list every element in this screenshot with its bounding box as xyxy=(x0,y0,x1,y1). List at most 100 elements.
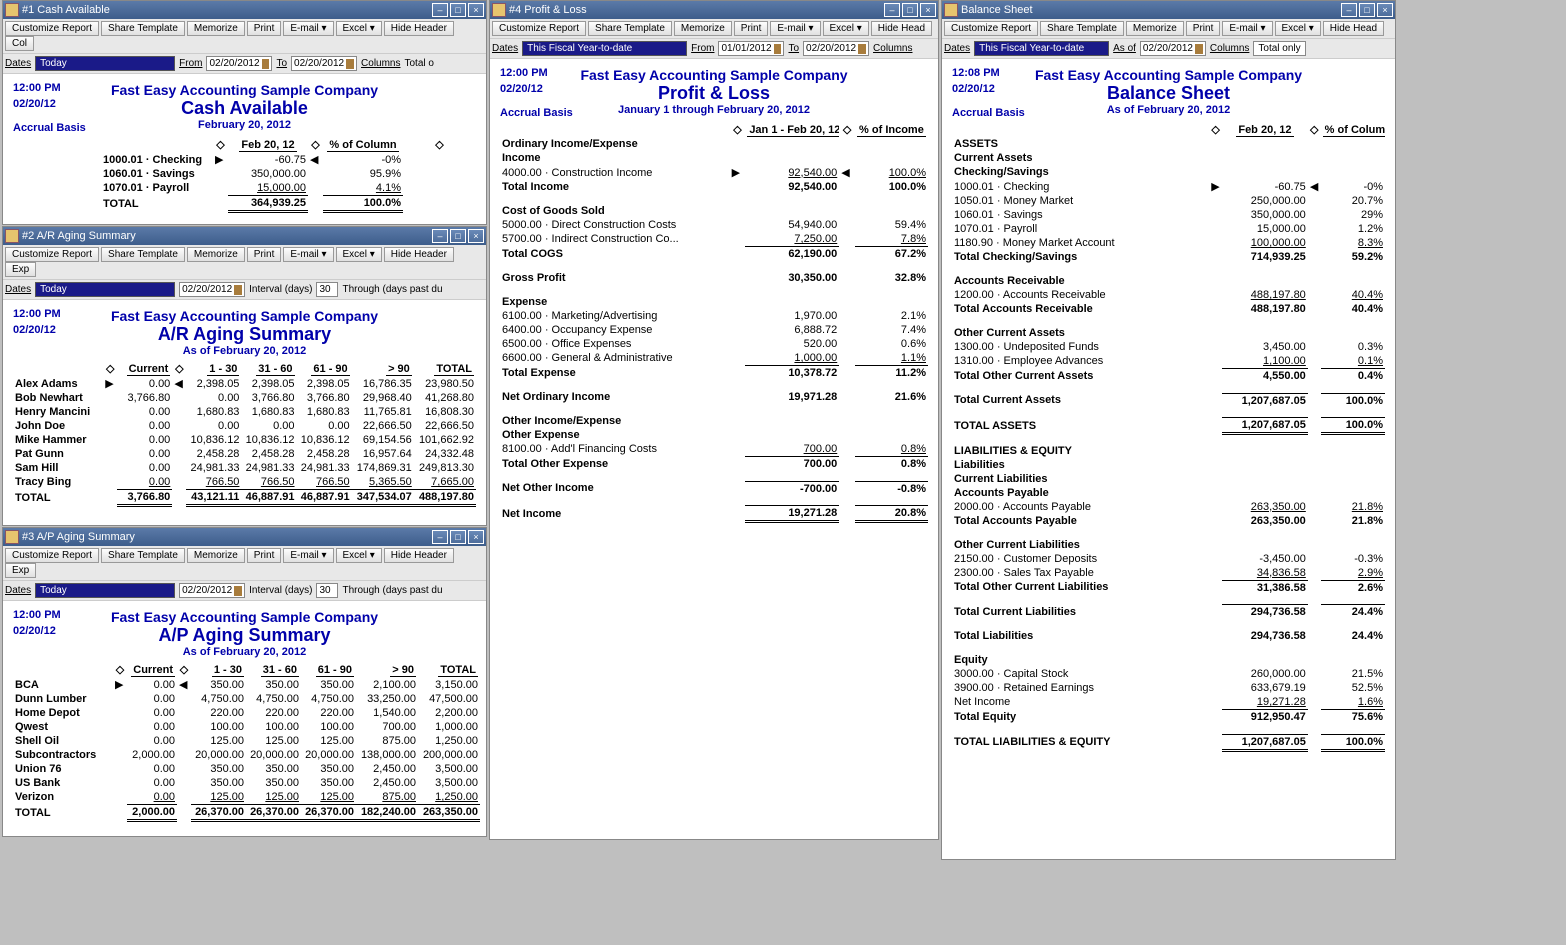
table-row[interactable]: 6600.00 · General & Administrative1,000.… xyxy=(500,351,928,366)
table-row[interactable]: Net Ordinary Income19,971.2821.6% xyxy=(500,390,928,404)
minimize-button[interactable]: – xyxy=(432,3,448,17)
email-button[interactable]: E-mail ▾ xyxy=(770,21,820,36)
email-button[interactable]: E-mail ▾ xyxy=(283,548,333,563)
table-row[interactable]: Pat Gunn0.002,458.282,458.282,458.2816,9… xyxy=(13,447,476,461)
columns-select[interactable]: Total only xyxy=(1253,41,1305,56)
table-row[interactable]: 5000.00 · Direct Construction Costs54,94… xyxy=(500,218,928,232)
table-row[interactable]: 1310.00 · Employee Advances1,100.000.1% xyxy=(952,354,1385,369)
table-row[interactable]: Union 760.00350.00350.00350.002,450.003,… xyxy=(13,762,480,776)
print-button[interactable]: Print xyxy=(1186,21,1221,36)
close-button[interactable]: × xyxy=(468,229,484,243)
calendar-icon[interactable] xyxy=(1195,44,1203,54)
hide-header-button[interactable]: Hide Head xyxy=(1323,21,1384,36)
asof-date[interactable]: 02/20/2012 xyxy=(179,282,245,297)
customize-button[interactable]: Customize Report xyxy=(5,548,99,563)
hide-header-button[interactable]: Hide Head xyxy=(871,21,932,36)
table-row[interactable]: Total Liabilities294,736.5824.4% xyxy=(952,629,1385,643)
share-button[interactable]: Share Template xyxy=(1040,21,1124,36)
table-row[interactable]: Total COGS62,190.0067.2% xyxy=(500,247,928,262)
to-date[interactable]: 02/20/2012 xyxy=(803,41,869,56)
excel-button[interactable]: Excel ▾ xyxy=(336,247,382,262)
table-row[interactable]: Total Income92,540.00100.0% xyxy=(500,180,928,194)
customize-button[interactable]: Customize Report xyxy=(492,21,586,36)
date-range-select[interactable]: This Fiscal Year-to-date xyxy=(974,41,1109,56)
asof-date[interactable]: 02/20/2012 xyxy=(179,583,245,598)
print-button[interactable]: Print xyxy=(247,21,282,36)
table-row[interactable]: Total Current Liabilities294,736.5824.4% xyxy=(952,605,1385,620)
titlebar[interactable]: Balance Sheet –□× xyxy=(942,1,1395,19)
excel-button[interactable]: Excel ▾ xyxy=(336,21,382,36)
table-row[interactable]: 1300.00 · Undeposited Funds3,450.000.3% xyxy=(952,340,1385,354)
close-button[interactable]: × xyxy=(920,3,936,17)
share-button[interactable]: Share Template xyxy=(101,548,185,563)
interval-input[interactable]: 30 xyxy=(316,282,338,297)
titlebar[interactable]: #4 Profit & Loss –□× xyxy=(490,1,938,19)
table-row[interactable]: Verizon0.00125.00125.00125.00875.001,250… xyxy=(13,790,480,805)
hide-header-button[interactable]: Hide Header xyxy=(384,548,454,563)
table-row[interactable]: Henry Mancini0.001,680.831,680.831,680.8… xyxy=(13,405,476,419)
table-row[interactable]: Total Checking/Savings714,939.2559.2% xyxy=(952,250,1385,264)
close-button[interactable]: × xyxy=(1377,3,1393,17)
maximize-button[interactable]: □ xyxy=(450,3,466,17)
share-button[interactable]: Share Template xyxy=(101,21,185,36)
expand-button[interactable]: Exp xyxy=(5,563,36,578)
excel-button[interactable]: Excel ▾ xyxy=(336,548,382,563)
calendar-icon[interactable] xyxy=(346,59,354,69)
excel-button[interactable]: Excel ▾ xyxy=(823,21,869,36)
table-row[interactable]: Subcontractors2,000.0020,000.0020,000.00… xyxy=(13,748,480,762)
table-row[interactable]: Total Accounts Payable263,350.0021.8% xyxy=(952,514,1385,528)
calendar-icon[interactable] xyxy=(262,59,270,69)
excel-button[interactable]: Excel ▾ xyxy=(1275,21,1321,36)
customize-button[interactable]: Customize Report xyxy=(5,247,99,262)
asof-date[interactable]: 02/20/2012 xyxy=(1140,41,1206,56)
table-row[interactable]: 2300.00 · Sales Tax Payable34,836.582.9% xyxy=(952,566,1385,581)
maximize-button[interactable]: □ xyxy=(450,530,466,544)
table-row[interactable]: Total Current Assets1,207,687.05100.0% xyxy=(952,393,1385,408)
hide-header-button[interactable]: Hide Header xyxy=(384,21,454,36)
email-button[interactable]: E-mail ▾ xyxy=(283,21,333,36)
print-button[interactable]: Print xyxy=(247,548,282,563)
memorize-button[interactable]: Memorize xyxy=(674,21,732,36)
table-row[interactable]: US Bank0.00350.00350.00350.002,450.003,5… xyxy=(13,776,480,790)
table-row[interactable]: 1070.01 · Payroll15,000.004.1% xyxy=(13,181,476,196)
table-row[interactable]: Total Equity912,950.4775.6% xyxy=(952,710,1385,725)
table-row[interactable]: 3900.00 · Retained Earnings633,679.1952.… xyxy=(952,681,1385,695)
minimize-button[interactable]: – xyxy=(1341,3,1357,17)
share-button[interactable]: Share Template xyxy=(588,21,672,36)
maximize-button[interactable]: □ xyxy=(1359,3,1375,17)
table-row[interactable]: TOTAL LIABILITIES & EQUITY1,207,687.0510… xyxy=(952,734,1385,750)
to-date[interactable]: 02/20/2012 xyxy=(291,56,357,71)
table-row[interactable]: BCA▶0.00◀350.00350.00350.002,100.003,150… xyxy=(13,677,480,692)
titlebar[interactable]: #2 A/R Aging Summary –□× xyxy=(3,227,486,245)
minimize-button[interactable]: – xyxy=(884,3,900,17)
table-row[interactable]: Tracy Bing0.00766.50766.50766.505,365.50… xyxy=(13,475,476,490)
memorize-button[interactable]: Memorize xyxy=(187,21,245,36)
customize-button[interactable]: Customize Report xyxy=(944,21,1038,36)
date-range-select[interactable]: Today xyxy=(35,583,175,598)
table-row[interactable]: 3000.00 · Capital Stock260,000.0021.5% xyxy=(952,667,1385,681)
table-row[interactable]: Home Depot0.00220.00220.00220.001,540.00… xyxy=(13,706,480,720)
table-row[interactable]: Mike Hammer0.0010,836.1210,836.1210,836.… xyxy=(13,433,476,447)
calendar-icon[interactable] xyxy=(234,285,242,295)
table-row[interactable]: 8100.00 · Add'l Financing Costs700.000.8… xyxy=(500,442,928,457)
customize-button[interactable]: Customize Report xyxy=(5,21,99,36)
table-row[interactable]: TOTAL ASSETS1,207,687.05100.0% xyxy=(952,418,1385,434)
table-row[interactable]: 1000.01 · Checking▶-60.75◀-0% xyxy=(13,152,476,167)
share-button[interactable]: Share Template xyxy=(101,247,185,262)
table-row[interactable]: Dunn Lumber0.004,750.004,750.004,750.003… xyxy=(13,692,480,706)
table-row[interactable]: 1180.90 · Money Market Account100,000.00… xyxy=(952,236,1385,250)
print-button[interactable]: Print xyxy=(734,21,769,36)
table-row[interactable]: 6100.00 · Marketing/Advertising1,970.002… xyxy=(500,309,928,323)
date-range-select[interactable]: Today xyxy=(35,282,175,297)
interval-input[interactable]: 30 xyxy=(316,583,338,598)
table-row[interactable]: Net Other Income-700.00-0.8% xyxy=(500,481,928,496)
table-row[interactable]: 6400.00 · Occupancy Expense6,888.727.4% xyxy=(500,323,928,337)
calendar-icon[interactable] xyxy=(234,586,242,596)
maximize-button[interactable]: □ xyxy=(450,229,466,243)
table-row[interactable]: Net Income19,271.281.6% xyxy=(952,695,1385,710)
table-row[interactable]: Shell Oil0.00125.00125.00125.00875.001,2… xyxy=(13,734,480,748)
memorize-button[interactable]: Memorize xyxy=(187,247,245,262)
table-row[interactable]: Total Other Expense700.000.8% xyxy=(500,457,928,472)
table-row[interactable]: John Doe0.000.000.000.0022,666.5022,666.… xyxy=(13,419,476,433)
close-button[interactable]: × xyxy=(468,530,484,544)
